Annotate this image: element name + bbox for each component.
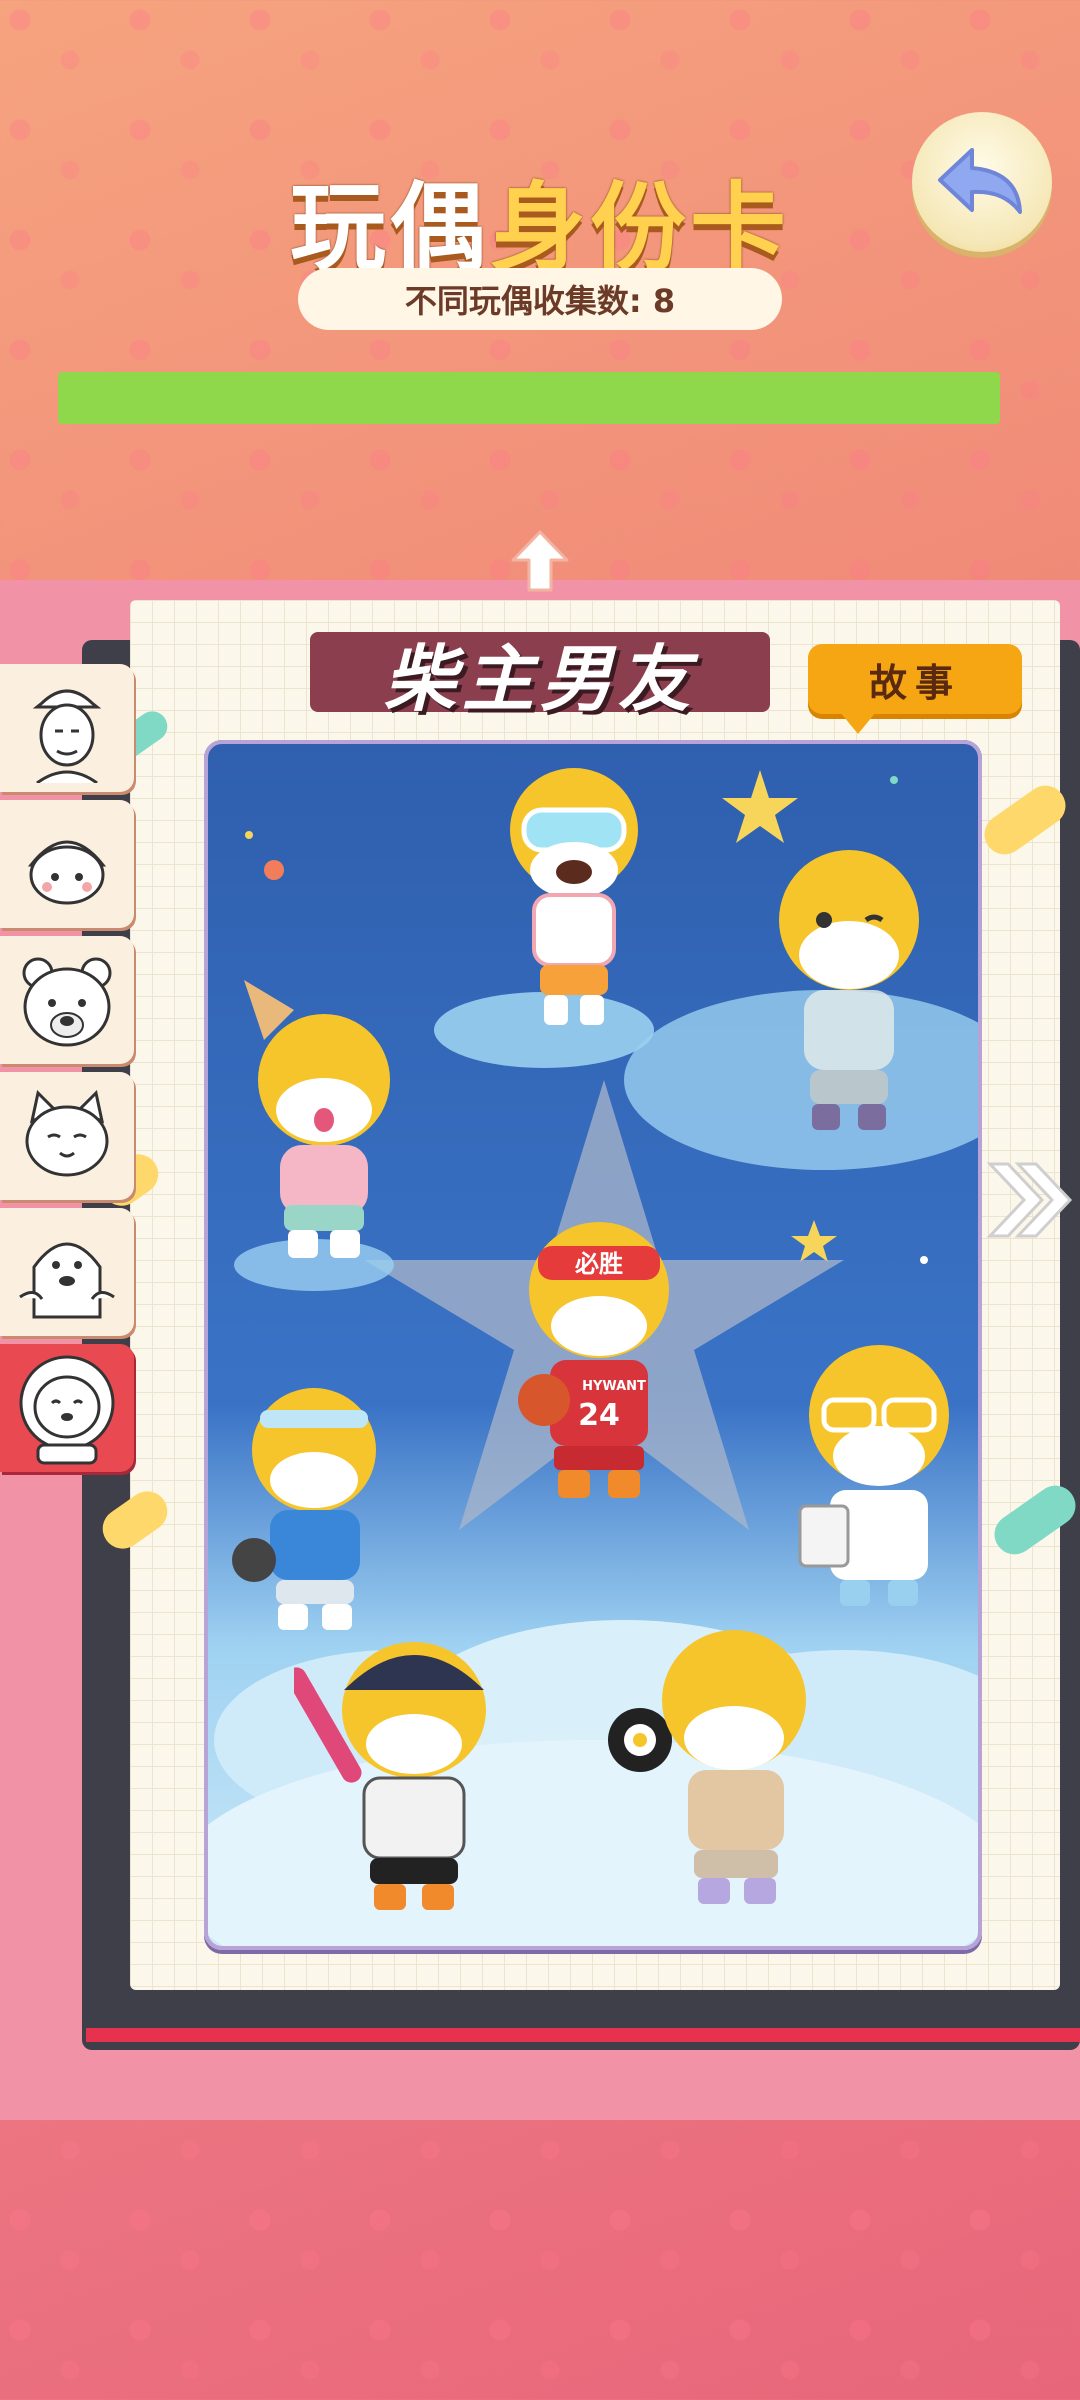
tab-ghost-doll[interactable] <box>0 1208 134 1336</box>
book-edge <box>86 2028 1080 2042</box>
tab-helmet-doll[interactable] <box>0 800 134 928</box>
collection-count: 不同玩偶收集数: 8 <box>298 268 782 330</box>
helmet-doll-icon <box>27 840 107 905</box>
star-icon <box>722 770 798 843</box>
story-button-tail <box>840 712 876 734</box>
fairy-shiba-figure[interactable] <box>764 840 934 1140</box>
icecream-shiba-figure[interactable] <box>234 970 404 1270</box>
doll-category-tabs <box>0 664 138 1480</box>
diver-shiba-figure[interactable] <box>494 760 654 1040</box>
crescent-moon-icon <box>383 820 462 893</box>
jersey-number: 24 <box>578 1398 620 1433</box>
back-button[interactable] <box>912 112 1052 252</box>
ghost-doll-icon <box>19 1242 115 1319</box>
story-button[interactable]: 故事 <box>808 644 1022 714</box>
collection-progress-bar <box>58 372 1000 424</box>
lion-doll-icon <box>19 1355 115 1465</box>
tab-cat-doll[interactable] <box>0 1072 134 1200</box>
baseball-shiba-figure[interactable] <box>294 1620 494 1920</box>
clipboard-icon <box>798 1504 850 1568</box>
polar-bear-doll-icon <box>22 957 112 1047</box>
tab-lion-doll[interactable] <box>0 1344 134 1472</box>
up-arrow-icon[interactable] <box>505 526 575 596</box>
basketball-shiba-figure[interactable]: 必胜 HYWANT 24 <box>514 1210 684 1510</box>
shirt-text: HYWANT <box>582 1379 646 1394</box>
basketball-icon <box>518 1374 570 1426</box>
cat-doll-icon <box>25 1089 109 1177</box>
double-chevron-right-icon[interactable] <box>980 1150 1076 1250</box>
doll-name: 柴主男友 <box>383 636 696 721</box>
headband-text: 必胜 <box>575 1250 623 1278</box>
tab-old-man-doll[interactable] <box>0 664 134 792</box>
old-man-doll-icon <box>32 689 102 783</box>
doctor-shiba-figure[interactable] <box>794 1330 964 1630</box>
tab-polar-bear-doll[interactable] <box>0 936 134 1064</box>
cook-shiba-figure[interactable] <box>604 1620 814 1920</box>
back-arrow-icon <box>938 148 1022 214</box>
doll-name-banner: 柴主男友 <box>310 632 770 721</box>
small-star-icon <box>791 1220 837 1262</box>
tennis-shiba-figure[interactable] <box>224 1360 394 1640</box>
collection-progress-fill <box>58 372 1000 424</box>
doll-collection-scene: 必胜 HYWANT 24 <box>204 740 982 1950</box>
